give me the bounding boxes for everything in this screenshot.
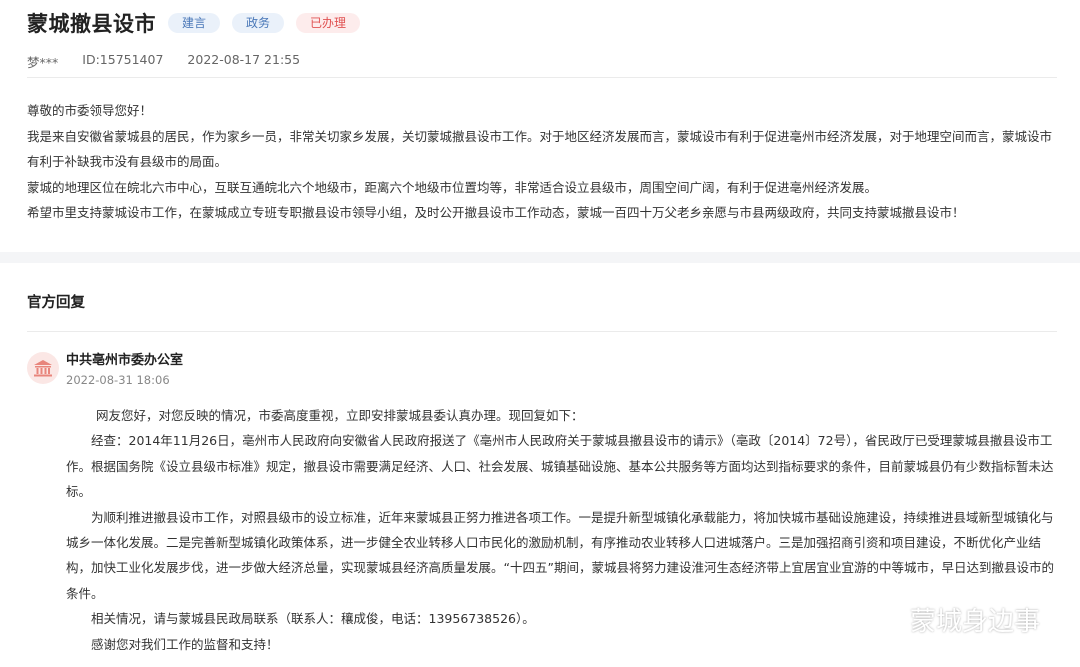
author-name: 梦*** xyxy=(27,55,59,70)
reply-heading: 官方回复 xyxy=(27,295,85,311)
message-body: 尊敬的市委领导您好！ 我是来自安徽省蒙城县的居民，作为家乡一员，非常关切家乡发展… xyxy=(27,98,1060,226)
reply-paragraph: 经查：2014年11月26日，亳州市人民政府向安徽省人民政府报送了《亳州市人民政… xyxy=(66,433,1054,500)
post-datetime: 2022-08-17 21:55 xyxy=(187,52,301,67)
title-row: 蒙城撤县设市 建言 政务 已办理 xyxy=(27,8,361,38)
post-meta: 梦*** ID:15751407 2022-08-17 21:55 xyxy=(27,52,300,71)
reply-datetime: 2022-08-31 18:06 xyxy=(66,373,170,387)
wechat-icon xyxy=(858,598,902,641)
message-paragraph: 蒙城的地理区位在皖北六市中心，互联互通皖北六个地级市，距离六个地级市位置均等，非… xyxy=(27,179,878,195)
post-id: ID:15751407 xyxy=(82,52,164,67)
reply-divider xyxy=(27,331,1057,332)
reply-paragraph: 网友您好，对您反映的情况，市委高度重视，立即安排蒙城县委认真办理。现回复如下： xyxy=(96,408,584,423)
watermark: 蒙城身边事 xyxy=(858,598,1040,641)
category-tag: 建言 xyxy=(168,13,221,33)
message-paragraph: 我是来自安徽省蒙城县的居民，作为家乡一员，非常关切家乡发展，关切蒙城撤县设市工作… xyxy=(27,128,1053,170)
government-building-icon xyxy=(27,352,59,384)
type-tag: 政务 xyxy=(232,13,285,33)
page-title: 蒙城撤县设市 xyxy=(27,12,156,36)
reply-paragraph: 为顺利推进撤县设市工作，对照县级市的设立标准，近年来蒙城县正努力推进各项工作。一… xyxy=(66,509,1054,601)
message-paragraph: 尊敬的市委领导您好！ xyxy=(27,103,153,118)
watermark-text: 蒙城身边事 xyxy=(910,607,1041,637)
replier-department: 中共亳州市委办公室 xyxy=(66,353,184,368)
status-badge: 已办理 xyxy=(296,13,361,33)
meta-divider xyxy=(27,77,1057,78)
replier-block: 中共亳州市委办公室 2022-08-31 18:06 xyxy=(27,352,183,387)
message-paragraph: 希望市里支持蒙城设市工作，在蒙城成立专班专职撤县设市领导小组，及时公开撤县设市工… xyxy=(27,205,965,221)
